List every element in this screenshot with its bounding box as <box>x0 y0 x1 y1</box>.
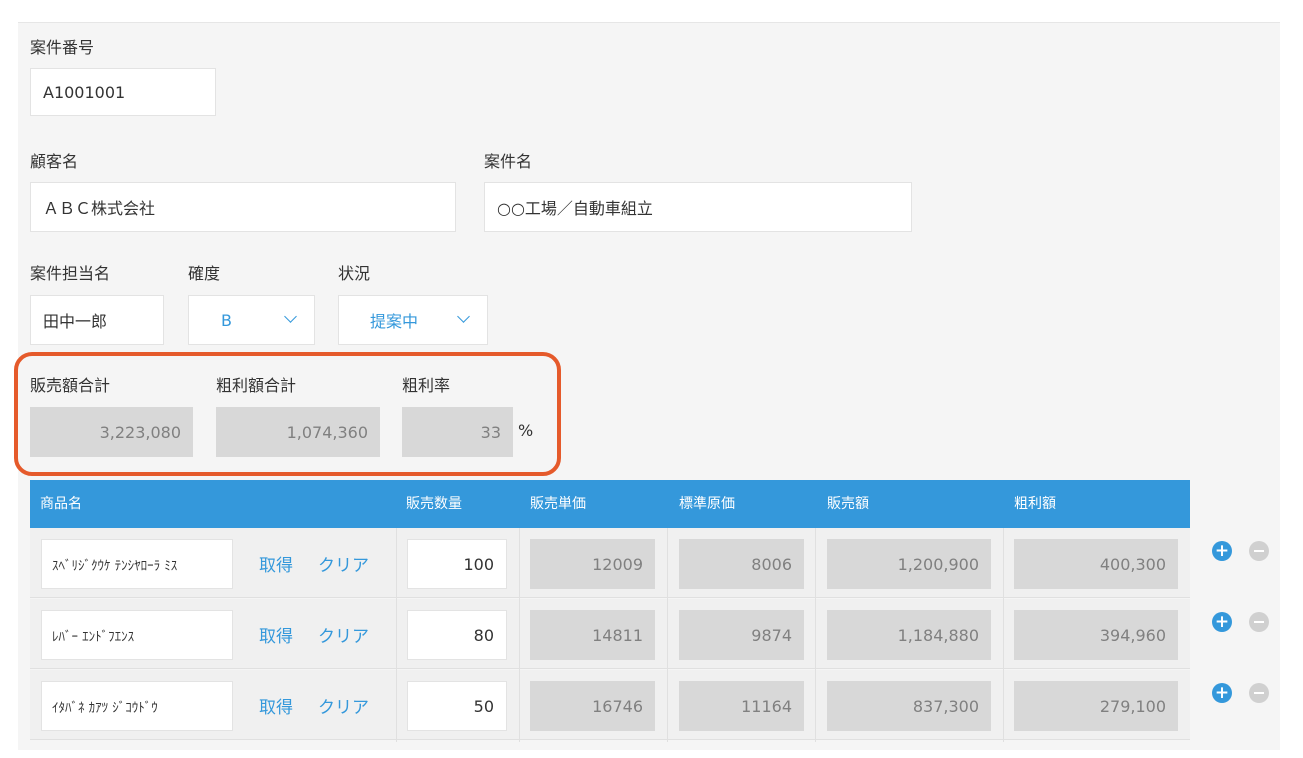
status-value: 提案中 <box>370 312 419 331</box>
owner-label: 案件担当名 <box>30 264 111 283</box>
col-product: 商品名 <box>40 496 82 512</box>
remove-row-button[interactable] <box>1249 541 1269 561</box>
std-cost-field: 9874 <box>679 610 804 660</box>
col-qty: 販売数量 <box>406 496 462 512</box>
case-name-field[interactable]: ○○工場／自動車組立 <box>484 182 912 232</box>
add-row-button[interactable]: + <box>1212 612 1232 632</box>
column-divider <box>519 528 520 742</box>
sales-field: 1,184,880 <box>827 610 991 660</box>
product-field[interactable]: ｲﾀﾊﾞﾈ ｶｱﾂ ｼﾞｺｳﾄﾞｳ <box>41 681 233 731</box>
certainty-label: 確度 <box>188 264 221 283</box>
unit-price-field: 16746 <box>530 681 655 731</box>
product-field[interactable]: ﾚﾊﾞｰ ｴﾝﾄﾞﾌｴﾝｽ <box>41 610 233 660</box>
case-name-label: 案件名 <box>484 152 533 171</box>
col-sales: 販売額 <box>827 496 869 512</box>
certainty-value: B <box>221 310 232 330</box>
sales-field: 837,300 <box>827 681 991 731</box>
status-select[interactable]: 提案中 <box>338 295 488 345</box>
std-cost-field: 8006 <box>679 539 804 589</box>
remove-row-button[interactable] <box>1249 683 1269 703</box>
chevron-down-icon <box>284 310 297 323</box>
sales-field: 1,200,900 <box>827 539 991 589</box>
remove-row-button[interactable] <box>1249 612 1269 632</box>
totals-highlight-frame <box>14 352 561 476</box>
case-number-field[interactable]: A1001001 <box>30 68 216 116</box>
col-unit-price: 販売単価 <box>530 496 586 512</box>
get-link[interactable]: 取得 <box>259 693 293 718</box>
profit-field: 400,300 <box>1014 539 1178 589</box>
chevron-down-icon <box>457 310 470 323</box>
add-row-button[interactable]: + <box>1212 541 1232 561</box>
col-std-cost: 標準原価 <box>679 496 735 512</box>
column-divider <box>1003 528 1004 742</box>
column-divider <box>815 528 816 742</box>
customer-field[interactable]: ＡＢＣ株式会社 <box>30 182 456 232</box>
column-divider <box>396 528 397 742</box>
get-link[interactable]: 取得 <box>259 551 293 576</box>
table-header: 商品名 販売数量 販売単価 標準原価 販売額 粗利額 <box>30 480 1190 528</box>
certainty-select[interactable]: B <box>188 295 315 345</box>
clear-link[interactable]: クリア <box>318 693 369 718</box>
unit-price-field: 14811 <box>530 610 655 660</box>
owner-field[interactable]: 田中一郎 <box>30 295 164 345</box>
add-row-button[interactable]: + <box>1212 683 1232 703</box>
qty-field[interactable]: 100 <box>407 539 507 589</box>
get-link[interactable]: 取得 <box>259 622 293 647</box>
qty-field[interactable]: 80 <box>407 610 507 660</box>
column-divider <box>667 528 668 742</box>
col-profit: 粗利額 <box>1014 496 1056 512</box>
std-cost-field: 11164 <box>679 681 804 731</box>
case-number-label: 案件番号 <box>30 38 95 57</box>
product-field[interactable]: ｽﾍﾞﾘｼﾞｸｳｹ ﾃﾝｼﾔﾛｰﾗ ﾐｽ <box>41 539 233 589</box>
customer-label: 顧客名 <box>30 152 79 171</box>
status-label: 状況 <box>338 264 371 283</box>
unit-price-field: 12009 <box>530 539 655 589</box>
profit-field: 279,100 <box>1014 681 1178 731</box>
qty-field[interactable]: 50 <box>407 681 507 731</box>
clear-link[interactable]: クリア <box>318 622 369 647</box>
clear-link[interactable]: クリア <box>318 551 369 576</box>
profit-field: 394,960 <box>1014 610 1178 660</box>
